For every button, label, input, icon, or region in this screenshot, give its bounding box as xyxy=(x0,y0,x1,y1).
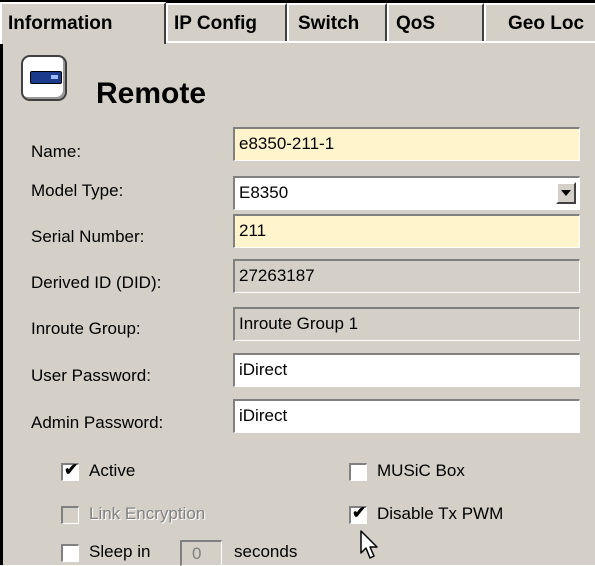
tab-switch-label: Switch xyxy=(298,13,360,34)
user-password-field[interactable]: iDirect xyxy=(233,353,580,387)
link-encryption-checkbox[interactable] xyxy=(61,506,79,524)
sleep-seconds-input[interactable]: 0 xyxy=(180,540,222,566)
remote-properties-window: Information IP Config Switch QoS Geo Loc… xyxy=(0,0,595,566)
admin-password-label: Admin Password: xyxy=(31,413,164,432)
name-field[interactable]: e8350-211-1 xyxy=(233,127,580,161)
tab-qos[interactable]: QoS xyxy=(387,3,484,41)
inroute-group-field: Inroute Group 1 xyxy=(233,307,580,341)
user-password-value: iDirect xyxy=(239,360,288,379)
tab-switch[interactable]: Switch xyxy=(287,3,387,41)
tab-geo-loc-label: Geo Loc xyxy=(508,13,585,34)
serial-number-value: 211 xyxy=(239,221,267,240)
tab-qos-label: QoS xyxy=(396,13,436,34)
model-type-value: E8350 xyxy=(239,183,289,202)
model-type-select[interactable]: E8350 xyxy=(233,176,580,210)
sleep-in-label: Sleep in xyxy=(89,542,151,561)
user-password-label: User Password: xyxy=(31,366,151,385)
link-encryption-label: Link Encryption xyxy=(89,504,206,523)
music-box-checkbox[interactable] xyxy=(349,463,367,481)
tab-geo-loc[interactable]: Geo Loc xyxy=(484,3,595,41)
serial-number-field[interactable]: 211 xyxy=(233,214,580,248)
inroute-group-label: Inroute Group: xyxy=(31,319,141,338)
name-label: Name: xyxy=(31,142,82,161)
mouse-pointer-icon xyxy=(360,530,378,559)
inroute-group-value: Inroute Group 1 xyxy=(239,314,359,333)
tab-information-label: Information xyxy=(8,13,113,34)
remote-device-icon xyxy=(21,55,67,101)
active-checkbox[interactable]: ✔ xyxy=(61,460,79,481)
sleep-unit-label: seconds xyxy=(234,542,298,561)
sleep-seconds-value: 0 xyxy=(192,544,202,563)
admin-password-field[interactable]: iDirect xyxy=(233,399,580,433)
derived-id-value: 27263187 xyxy=(239,266,315,285)
checkmark-icon: ✔ xyxy=(64,460,79,479)
derived-id-field: 27263187 xyxy=(233,259,580,293)
disable-tx-pwm-checkbox[interactable]: ✔ xyxy=(349,503,367,524)
tab-information[interactable]: Information xyxy=(0,2,166,44)
page-title: Remote xyxy=(96,77,207,110)
admin-password-value: iDirect xyxy=(239,406,288,425)
model-type-label: Model Type: xyxy=(31,181,124,200)
name-value: e8350-211-1 xyxy=(239,134,335,153)
tab-ip-config-label: IP Config xyxy=(174,13,258,34)
sleep-in-checkbox[interactable] xyxy=(61,544,79,562)
serial-number-label: Serial Number: xyxy=(31,227,145,246)
tab-ip-config[interactable]: IP Config xyxy=(166,3,287,41)
derived-id-label: Derived ID (DID): xyxy=(31,273,162,292)
active-label: Active xyxy=(89,461,136,480)
music-box-label: MUSiC Box xyxy=(377,461,465,480)
disable-tx-pwm-label: Disable Tx PWM xyxy=(377,504,504,523)
checkmark-icon: ✔ xyxy=(352,503,367,522)
chevron-down-icon[interactable] xyxy=(556,182,576,204)
